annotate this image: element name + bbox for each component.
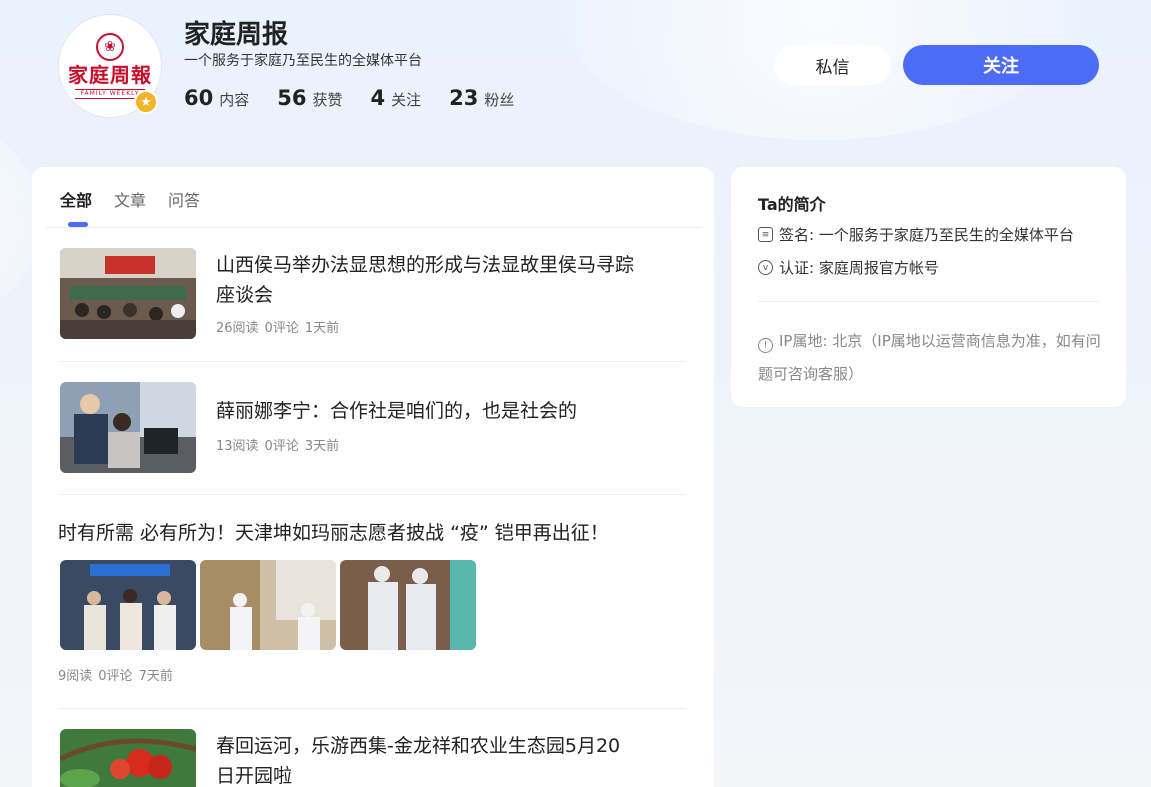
article-thumbnail[interactable] (60, 560, 196, 650)
article-thumbnail[interactable] (60, 248, 196, 339)
read-count: 9阅读 (58, 669, 93, 684)
ip-location-text: IP属地: 北京（IP属地以运营商信息为准，如有问题可咨询客服） (758, 332, 1101, 383)
stat-likes: 56 获赞 (277, 86, 342, 110)
article-meta: 9阅读 0评论 7天前 (58, 665, 179, 684)
feed-tabs: 全部 文章 问答 (60, 187, 222, 227)
feed-item[interactable]: 时有所需 必有所为！天津坤如玛丽志愿者披战 “疫” 铠甲再出征！ 9阅读 0评论… (58, 517, 686, 709)
stat-number: 60 (184, 86, 214, 110)
article-thumbnails (60, 560, 480, 650)
read-count: 26阅读 (216, 321, 259, 336)
article-thumbnail[interactable] (60, 729, 196, 787)
verified-star-icon: ★ (134, 90, 158, 114)
article-thumbnail[interactable] (200, 560, 336, 650)
article-title[interactable]: 山西侯马举办法显思想的形成与法显故里侯马寻踪座谈会 (216, 250, 636, 310)
signature-row: ≡ 签名: 一个服务于家庭乃至民生的全媒体平台 (758, 224, 1074, 245)
stat-number: 23 (449, 86, 479, 110)
read-count: 13阅读 (216, 439, 259, 454)
tab-all[interactable]: 全部 (60, 187, 92, 227)
profile-description: 一个服务于家庭乃至民生的全媒体平台 (184, 53, 422, 69)
stat-number: 4 (370, 86, 386, 110)
feed-item[interactable]: 春回运河，乐游西集-金龙祥和农业生态园5月20日开园啦 (60, 729, 686, 787)
stat-followers[interactable]: 23 粉丝 (449, 86, 514, 110)
feed-item[interactable]: 山西侯马举办法显思想的形成与法显故里侯马寻踪座谈会 26阅读 0评论 1天前 (60, 248, 686, 362)
comment-count: 0评论 (264, 321, 299, 336)
follow-button[interactable]: 关注 (903, 45, 1099, 85)
article-thumbnail[interactable] (60, 382, 196, 473)
document-icon: ≡ (758, 227, 773, 242)
tabs-divider (46, 227, 702, 228)
feed-item[interactable]: 薛丽娜李宁：合作社是咱们的，也是社会的 13阅读 0评论 3天前 (60, 382, 686, 495)
content-feed-card: 全部 文章 问答 山西侯马举办法显思想的形成与法显故里侯马寻踪座谈会 26阅读 0… (32, 167, 714, 787)
info-icon: ! (758, 338, 773, 353)
ip-location: ! IP属地: 北京（IP属地以运营商信息为准，如有问题可咨询客服） (758, 325, 1103, 391)
article-thumbnail[interactable] (340, 560, 476, 650)
stat-label: 获赞 (312, 91, 343, 109)
tab-qa[interactable]: 问答 (168, 187, 200, 227)
publish-time: 3天前 (304, 439, 340, 454)
verified-check-icon: v (758, 260, 773, 275)
signature-text: 签名: 一个服务于家庭乃至民生的全媒体平台 (779, 226, 1074, 244)
certification-row: v 认证: 家庭周报官方帐号 (758, 257, 939, 278)
article-title[interactable]: 春回运河，乐游西集-金龙祥和农业生态园5月20日开园啦 (216, 731, 636, 787)
article-meta: 13阅读 0评论 3天前 (216, 435, 345, 454)
message-button[interactable]: 私信 (774, 45, 891, 85)
intro-title: Ta的简介 (758, 195, 826, 214)
intro-divider (758, 301, 1099, 302)
comment-count: 0评论 (98, 669, 133, 684)
publish-time: 7天前 (138, 669, 173, 684)
stat-number: 56 (277, 86, 307, 110)
stat-label: 关注 (391, 91, 422, 109)
profile-name: 家庭周报 (184, 20, 289, 50)
logo-emblem-icon: ❀ (96, 33, 124, 61)
profile-stats: 60 内容 56 获赞 4 关注 23 粉丝 (184, 86, 542, 110)
certification-text: 认证: 家庭周报官方帐号 (779, 259, 939, 277)
publish-time: 1天前 (304, 321, 340, 336)
avatar-logo-text: 家庭周報 (68, 63, 152, 87)
stat-content[interactable]: 60 内容 (184, 86, 249, 110)
tab-articles[interactable]: 文章 (114, 187, 146, 227)
stat-following[interactable]: 4 关注 (371, 86, 422, 110)
profile-header: ❀ 家庭周報 FAMILY WEEKLY ★ 家庭周报 一个服务于家庭乃至民生的… (0, 0, 1151, 160)
stat-label: 内容 (219, 91, 250, 109)
intro-card: Ta的简介 ≡ 签名: 一个服务于家庭乃至民生的全媒体平台 v 认证: 家庭周报… (731, 167, 1126, 407)
stat-label: 粉丝 (484, 91, 515, 109)
article-title[interactable]: 薛丽娜李宁：合作社是咱们的，也是社会的 (216, 396, 636, 426)
article-title[interactable]: 时有所需 必有所为！天津坤如玛丽志愿者披战 “疫” 铠甲再出征！ (58, 518, 609, 548)
article-meta: 26阅读 0评论 1天前 (216, 317, 345, 336)
comment-count: 0评论 (264, 439, 299, 454)
